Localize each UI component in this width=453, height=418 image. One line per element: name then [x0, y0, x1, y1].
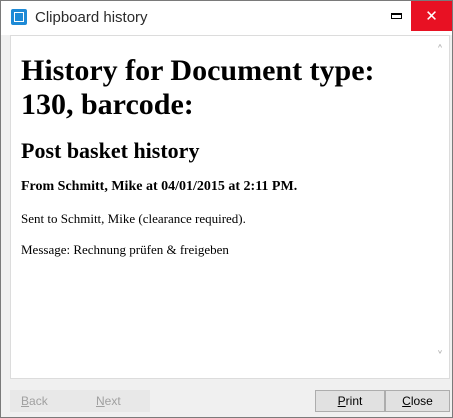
back-button[interactable]: Back — [10, 390, 80, 412]
print-button[interactable]: Print — [315, 390, 385, 412]
close-button[interactable]: Close — [385, 390, 450, 412]
message-line: Message: Rechnung prüfen & freigeben — [21, 242, 229, 257]
next-button[interactable]: Next — [80, 390, 150, 412]
window-title: Clipboard history — [35, 9, 148, 26]
next-label-rest: ext — [104, 394, 121, 408]
scroll-down-icon[interactable]: ˅ — [434, 351, 446, 364]
print-label-rest: rint — [345, 394, 363, 408]
title-bar[interactable]: Clipboard history ✕ — [1, 1, 452, 35]
minimize-button[interactable] — [383, 1, 411, 31]
app-icon — [11, 9, 27, 25]
clipboard-history-window: Clipboard history ✕ History for Document… — [0, 0, 453, 418]
close-label-rest: lose — [410, 394, 433, 408]
sent-line: Sent to Schmitt, Mike (clearance require… — [21, 211, 246, 226]
print-mnemonic: P — [337, 394, 346, 408]
scroll-up-icon[interactable]: ˄ — [434, 45, 446, 58]
close-mnemonic: C — [402, 394, 411, 408]
document-heading: History for Document type: 130, barcode: — [21, 54, 375, 121]
window-close-button[interactable]: ✕ — [411, 1, 452, 31]
from-line: From Schmitt, Mike at 04/01/2015 at 2:11… — [21, 179, 298, 194]
back-mnemonic: B — [21, 394, 30, 408]
history-document: History for Document type: 130, barcode:… — [21, 36, 426, 258]
document-subheading: Post basket history — [21, 138, 200, 163]
next-mnemonic: N — [96, 394, 105, 408]
back-label-rest: ack — [29, 394, 48, 408]
minimize-icon — [391, 13, 402, 19]
history-content-pane[interactable]: History for Document type: 130, barcode:… — [10, 35, 450, 379]
close-icon: ✕ — [425, 7, 438, 25]
